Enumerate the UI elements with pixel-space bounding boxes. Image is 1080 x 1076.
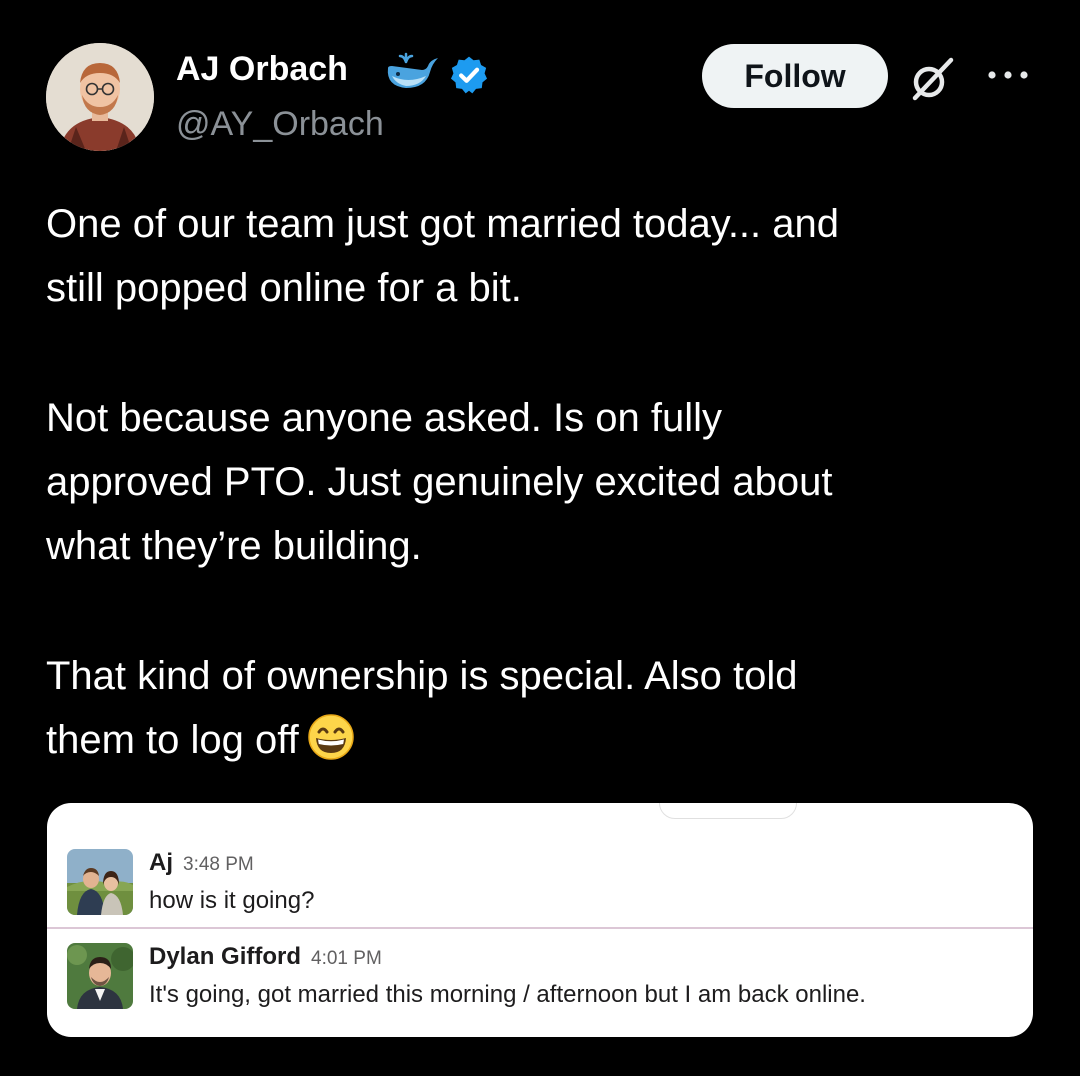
message-timestamp[interactable]: 3:48 PM: [183, 854, 254, 875]
verified-icon: [450, 56, 488, 94]
message-divider: [47, 927, 1033, 929]
tweet-paragraph: That kind of ownership is special. Also …: [46, 644, 1036, 772]
user-avatar: [67, 849, 133, 915]
tweet-paragraph: One of our team just got married today..…: [46, 202, 840, 310]
follow-button[interactable]: Follow: [702, 44, 888, 108]
more-icon[interactable]: [985, 66, 1031, 84]
message-author-name[interactable]: Aj: [149, 849, 173, 876]
user-avatar-image: [67, 943, 133, 1009]
message-author-name[interactable]: Dylan Gifford: [149, 943, 301, 970]
media-card[interactable]: Aj 3:48 PM how is it going? Dylan Gifford…: [47, 803, 1033, 1037]
message-author[interactable]: Dylan Gifford 4:01 PM: [149, 943, 382, 971]
user-avatar-image: [67, 849, 133, 915]
message-text: how is it going?: [149, 887, 315, 914]
message-author[interactable]: Aj 3:48 PM: [149, 849, 254, 877]
author-handle[interactable]: @AY_Orbach: [176, 105, 384, 144]
tweet-paragraph-text: That kind of ownership is special. Also …: [46, 654, 798, 762]
grok-icon[interactable]: [907, 54, 957, 104]
author-avatar-image: [46, 43, 154, 151]
tweet-paragraph: Not because anyone asked. Is on fully ap…: [46, 396, 833, 568]
message-timestamp[interactable]: 4:01 PM: [311, 948, 382, 969]
user-avatar: [67, 943, 133, 1009]
grinning-face-icon: [308, 714, 354, 760]
whale-icon: [387, 52, 438, 88]
author-avatar[interactable]: [46, 43, 154, 151]
tweet-text: One of our team just got married today..…: [46, 192, 1036, 772]
message-text: It's going, got married this morning / a…: [149, 981, 866, 1008]
author-name[interactable]: AJ Orbach: [176, 50, 348, 89]
new-messages-pill: [659, 803, 797, 819]
